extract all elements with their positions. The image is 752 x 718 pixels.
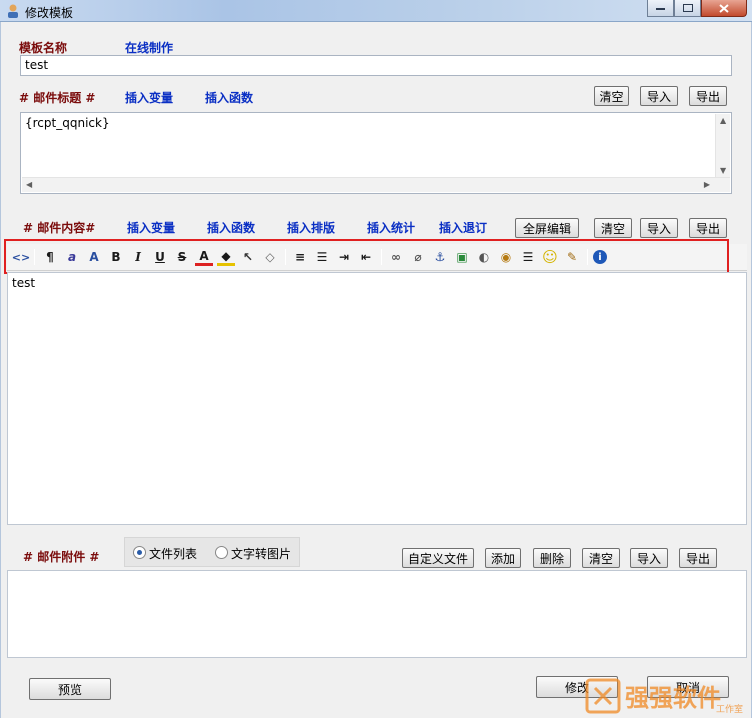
scroll-up-icon: ▲ [720,116,727,125]
custom-file-button[interactable]: 自定义文件 [402,548,474,568]
title-bar: 修改模板 [0,0,752,22]
close-icon [719,3,729,13]
content-clear-button[interactable]: 清空 [594,218,632,238]
content-export-button[interactable]: 导出 [689,218,727,238]
content-insert-layout-link[interactable]: 插入排版 [287,219,335,236]
minimize-icon [656,7,665,10]
subject-value: {rcpt_qqnick} [25,116,110,130]
maximize-button[interactable] [674,0,701,17]
content-insert-unsubscribe-link[interactable]: 插入退订 [439,219,487,236]
fullscreen-edit-button[interactable]: 全屏编辑 [515,218,579,238]
dialog-body: 模板名称 在线制作 test # 邮件标题 # 插入变量 插入函数 清空 导入 … [0,22,752,718]
subject-horizontal-scrollbar[interactable]: ◀ ▶ [22,177,730,192]
text-to-image-radio[interactable] [215,546,228,559]
window-title: 修改模板 [25,6,74,20]
text-to-image-radio-label[interactable]: 文字转图片 [231,545,291,562]
watermark-logo: 强强软件 工作室 [585,676,745,716]
subject-import-button[interactable]: 导入 [640,86,678,106]
delete-attachment-button[interactable]: 删除 [533,548,571,568]
toolbar-highlight-box [4,239,729,274]
watermark-icon [585,678,621,714]
subject-insert-variable-link[interactable]: 插入变量 [125,89,173,106]
content-insert-function-link[interactable]: 插入函数 [207,219,255,236]
content-body-text: test [12,276,36,290]
file-list-radio-label[interactable]: 文件列表 [149,545,197,562]
minimize-button[interactable] [647,0,674,17]
template-name-input[interactable]: test [20,55,732,76]
scroll-left-icon: ◀ [26,180,33,189]
subject-vertical-scrollbar[interactable]: ▲ ▼ [715,114,730,177]
scroll-right-icon: ▶ [703,180,710,189]
add-attachment-button[interactable]: 添加 [485,548,521,568]
content-editor[interactable]: test [7,272,747,525]
subject-insert-function-link[interactable]: 插入函数 [205,89,253,106]
content-label: # 邮件内容# [23,221,96,235]
app-icon [8,4,18,18]
attachment-mode-group: 文件列表 文字转图片 [124,537,300,567]
content-import-button[interactable]: 导入 [640,218,678,238]
attachment-list[interactable] [7,570,747,658]
attachments-clear-button[interactable]: 清空 [582,548,620,568]
attachments-import-button[interactable]: 导入 [630,548,668,568]
watermark-subtext: 工作室 [715,705,743,715]
subject-export-button[interactable]: 导出 [689,86,727,106]
subject-clear-button[interactable]: 清空 [594,86,629,106]
subject-textarea[interactable]: {rcpt_qqnick} ▲ ▼ ◀ ▶ [20,112,732,194]
file-list-radio[interactable] [133,546,146,559]
subject-label: # 邮件标题 # [19,91,96,105]
watermark-text: 强强软件 [625,684,721,712]
close-button[interactable] [701,0,747,17]
attachments-export-button[interactable]: 导出 [679,548,717,568]
content-insert-variable-link[interactable]: 插入变量 [127,219,175,236]
template-name-value: test [25,58,49,72]
template-name-label: 模板名称 [19,41,68,55]
attachments-label: # 邮件附件 # [23,550,100,564]
scroll-down-icon: ▼ [720,166,727,175]
preview-button[interactable]: 预览 [29,678,111,700]
online-make-link[interactable]: 在线制作 [125,39,173,56]
content-insert-stats-link[interactable]: 插入统计 [367,219,415,236]
maximize-icon [682,4,693,12]
